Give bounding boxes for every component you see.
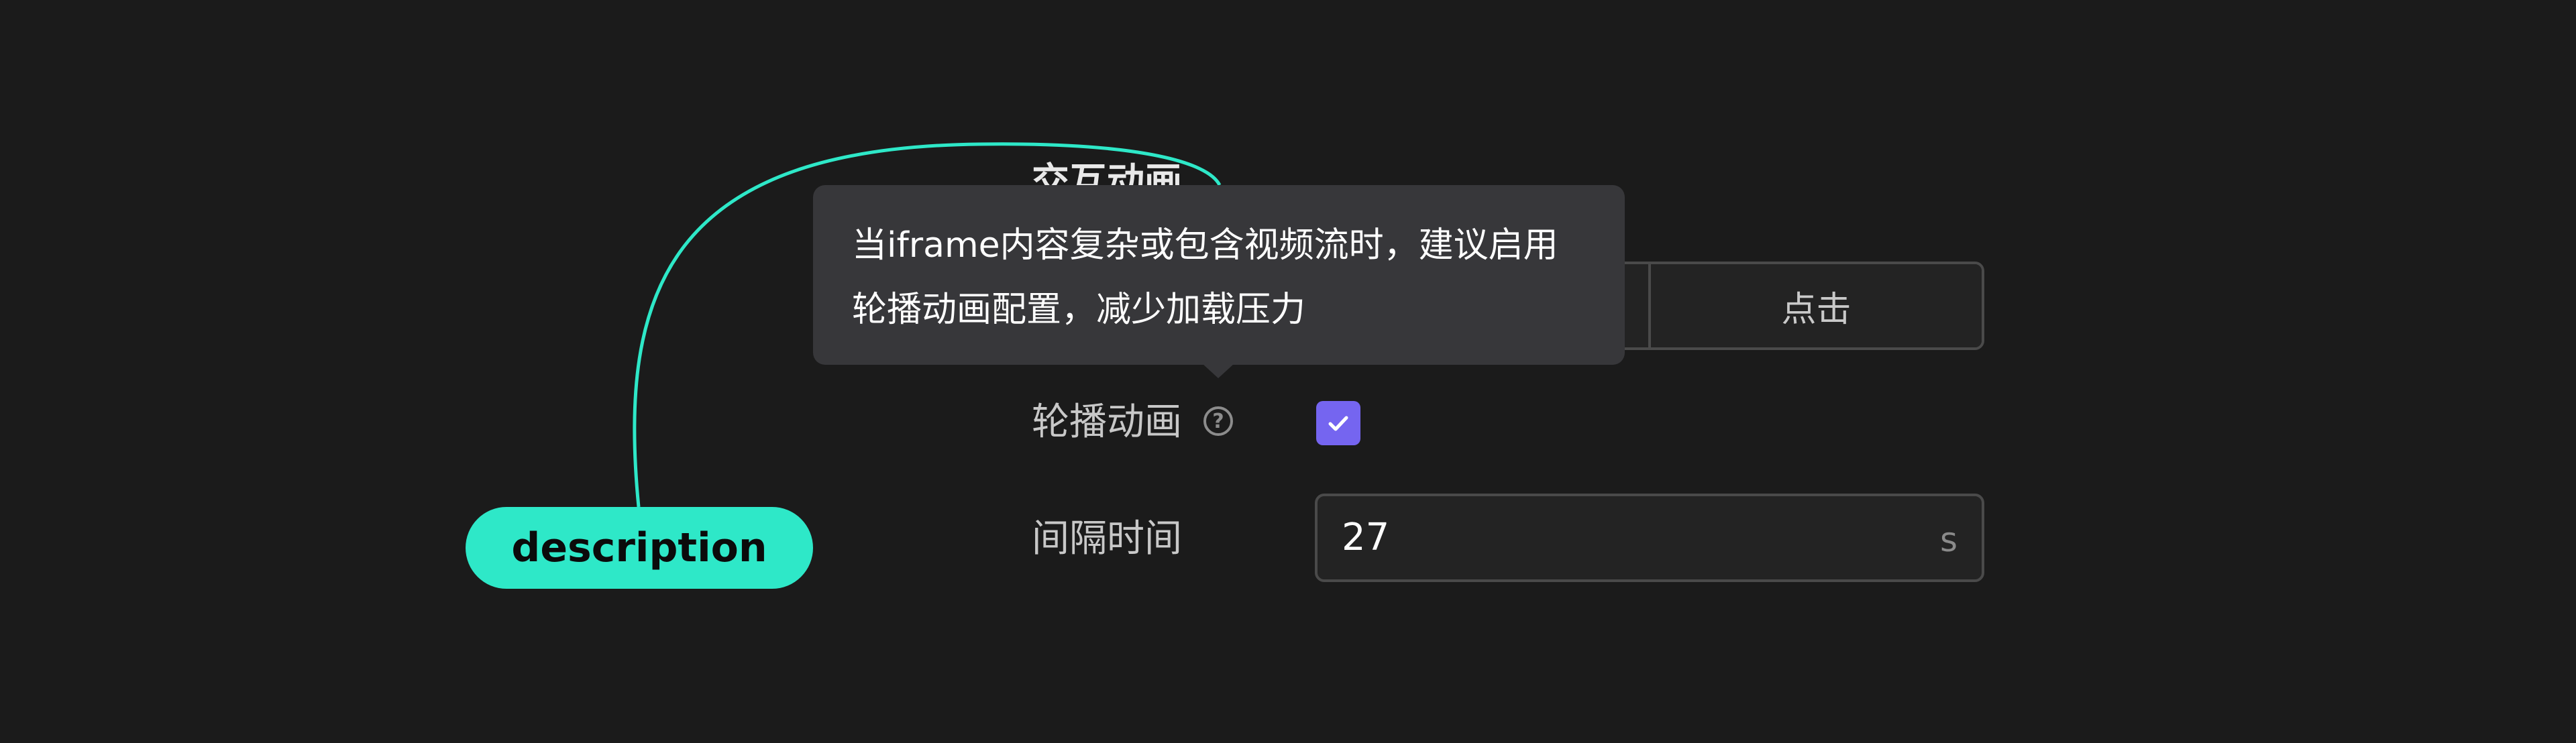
interval-time-value: 27 [1342,516,1390,559]
canvas: 交互动画 悬浮 点击 轮播动画 ? 间隔时间 27 s 当iframe内容复杂或… [0,0,2576,743]
help-tooltip: 当iframe内容复杂或包含视频流时，建议启用轮播动画配置，减少加载压力 [813,185,1625,365]
carousel-animation-checkbox[interactable] [1316,401,1360,445]
interval-time-input[interactable]: 27 s [1315,494,1984,582]
carousel-animation-label: 轮播动画 [1032,400,1182,444]
check-icon [1328,416,1348,431]
tooltip-arrow [1202,363,1234,378]
interval-unit-suffix: s [1939,520,1957,559]
annotation-connector-line [633,142,1222,508]
interval-time-label: 间隔时间 [1032,517,1182,561]
description-annotation-badge: description [466,507,813,589]
question-circle-icon[interactable]: ? [1203,406,1233,436]
segment-click-option[interactable]: 点击 [1648,264,1982,347]
